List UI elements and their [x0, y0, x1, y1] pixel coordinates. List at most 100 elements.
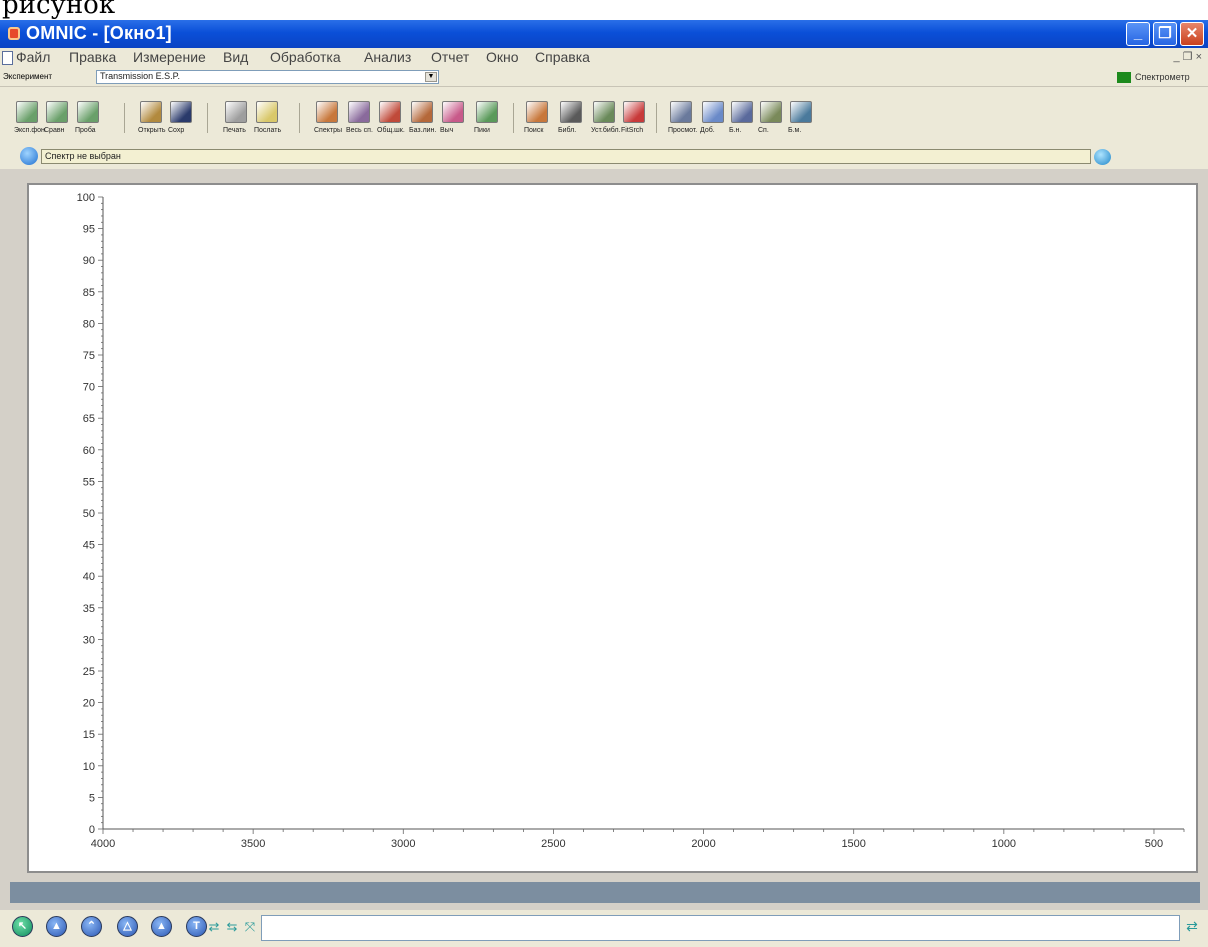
title-bar[interactable]: OMNIC - [Окно1] _ ❐ ✕	[0, 20, 1208, 48]
collect-compare-icon	[46, 101, 68, 123]
tool-symbol: ▲	[156, 920, 167, 932]
toolbar-button-label: Весь сп.	[346, 127, 373, 134]
y-tick-label: 70	[83, 382, 95, 394]
print-button[interactable]: Печать	[223, 101, 253, 141]
open-button[interactable]: Открыть	[138, 101, 168, 141]
library-setup-button[interactable]: Уст.библ.	[591, 101, 621, 141]
y-tick-label: 100	[77, 192, 95, 204]
y-tick-label: 80	[83, 318, 95, 330]
menu-process[interactable]: Обработка	[270, 49, 341, 65]
y-tick-label: 50	[83, 508, 95, 520]
spectrum-info-bar[interactable]: Спектр не выбран	[41, 149, 1091, 164]
open-icon	[140, 101, 162, 123]
y-tick-label: 30	[83, 634, 95, 646]
library-3-icon	[790, 101, 812, 123]
peaks-icon	[476, 101, 498, 123]
menu-report[interactable]: Отчет	[431, 49, 469, 65]
library-icon	[560, 101, 582, 123]
bottom-toolbar: ⇄ ↖ ▲ ⌃ △ ▲ T ⇄ ⇆ ⤧	[0, 910, 1208, 947]
library-2-button[interactable]: Б.н.	[729, 101, 759, 141]
zoom-out-x-icon[interactable]: ⇆	[223, 918, 241, 936]
y-tick-label: 15	[83, 729, 95, 741]
spectral-window[interactable]: 100 95 90 85 80 75 70 65 60 55 50 45 40 35 30 25 20 15 10 5…	[27, 183, 1198, 873]
menu-window[interactable]: Окно	[486, 49, 519, 65]
send-button[interactable]: Послать	[254, 101, 284, 141]
spectrometer-label[interactable]: Спектрометр	[1135, 72, 1190, 82]
toolbar-button-label: Выч	[440, 127, 454, 134]
toolbar-button-label: Печать	[223, 127, 246, 134]
peak-height-tool-icon[interactable]: ⌃	[81, 916, 102, 937]
caption-text: рисунок	[2, 0, 116, 20]
y-tick-label: 40	[83, 571, 95, 583]
command-send-icon[interactable]: ⇄	[1183, 918, 1201, 938]
baseline-button[interactable]: Баз.лин.	[409, 101, 439, 141]
zoom-fit-icon[interactable]: ⤧	[241, 918, 259, 936]
collect-bg-button[interactable]: Эксп.фон	[14, 101, 45, 141]
add-button[interactable]: Доб.	[700, 101, 730, 141]
region-tool-icon[interactable]: ▲	[46, 916, 67, 937]
minimize-button[interactable]: _	[1126, 22, 1150, 46]
document-icon[interactable]	[2, 51, 13, 65]
close-button[interactable]: ✕	[1180, 22, 1204, 46]
chevron-down-icon[interactable]: ▼	[425, 72, 437, 82]
restore-button[interactable]: ❐	[1153, 22, 1177, 46]
pointer-icon[interactable]: ↖	[12, 916, 33, 937]
caption-area: рисунок	[0, 0, 1208, 20]
x-tick-label: 4000	[91, 838, 115, 850]
collect-compare-button[interactable]: Сравн	[44, 101, 74, 141]
y-tick-label: 95	[83, 224, 95, 236]
zoom-in-x-icon[interactable]: ⇄	[205, 918, 223, 936]
info-icon[interactable]	[20, 147, 38, 165]
menu-file[interactable]: Файл	[16, 49, 50, 65]
tool-symbol: ⌃	[86, 920, 97, 932]
x-tick-label: 1000	[992, 838, 1016, 850]
save-icon	[170, 101, 192, 123]
y-tick-label: 85	[83, 287, 95, 299]
spectra-button[interactable]: Спектры	[314, 101, 344, 141]
status-message: Спектр не выбран	[45, 151, 121, 161]
toolbar-separator	[124, 103, 125, 133]
command-input[interactable]	[261, 915, 1180, 941]
preview-button[interactable]: Просмот.	[668, 101, 698, 141]
fit-search-button[interactable]: FitSrch	[621, 101, 651, 141]
tool-symbol: ▲	[51, 920, 62, 932]
toolbar-button-label: Б.н.	[729, 127, 742, 134]
peak-area-tool-icon[interactable]: △	[117, 916, 138, 937]
menu-collect[interactable]: Измерение	[133, 49, 206, 65]
mdi-controls[interactable]: _ ❐ ×	[1173, 50, 1202, 63]
x-tick-label: 2500	[541, 838, 565, 850]
print-icon	[225, 101, 247, 123]
experiment-label: Эксперимент	[3, 72, 53, 81]
library-3-button[interactable]: Б.м.	[788, 101, 818, 141]
text-tool-icon[interactable]: T	[186, 916, 207, 937]
library-setup-icon	[593, 101, 615, 123]
collect-bg-icon	[16, 101, 38, 123]
save-button[interactable]: Сохр	[168, 101, 198, 141]
subtract-button[interactable]: Выч	[440, 101, 470, 141]
y-tick-label: 25	[83, 666, 95, 678]
menu-analyze[interactable]: Анализ	[364, 49, 411, 65]
tool-symbol: T	[193, 920, 200, 932]
menu-view[interactable]: Вид	[223, 49, 248, 65]
tool-symbol: △	[123, 920, 132, 932]
toolbar-button-label: Сравн	[44, 127, 65, 134]
spectrum-icon	[760, 101, 782, 123]
search-button[interactable]: Поиск	[524, 101, 554, 141]
baseline-tool-icon[interactable]: ▲	[151, 916, 172, 937]
menu-help[interactable]: Справка	[535, 49, 590, 65]
toolbar-button-label: Б.м.	[788, 127, 802, 134]
menu-edit[interactable]: Правка	[69, 49, 116, 65]
collect-sample-button[interactable]: Проба	[75, 101, 105, 141]
spectrum-plot[interactable]: 1009590858075706560555045403530252015105…	[29, 185, 1196, 871]
experiment-select[interactable]: Transmission E.S.P. ▼	[96, 70, 439, 84]
display-options-icon[interactable]	[1094, 149, 1111, 165]
omnic-app-icon[interactable]	[8, 27, 20, 40]
toolbar-button-label: Пики	[474, 127, 490, 134]
library-button[interactable]: Библ.	[558, 101, 588, 141]
common-scale-button[interactable]: Общ.шк.	[377, 101, 407, 141]
full-scale-button[interactable]: Весь сп.	[346, 101, 376, 141]
peaks-button[interactable]: Пики	[474, 101, 504, 141]
toolbar-separator	[207, 103, 208, 133]
spectrum-button[interactable]: Сп.	[758, 101, 788, 141]
spectrometer-status-icon[interactable]	[1117, 72, 1131, 83]
